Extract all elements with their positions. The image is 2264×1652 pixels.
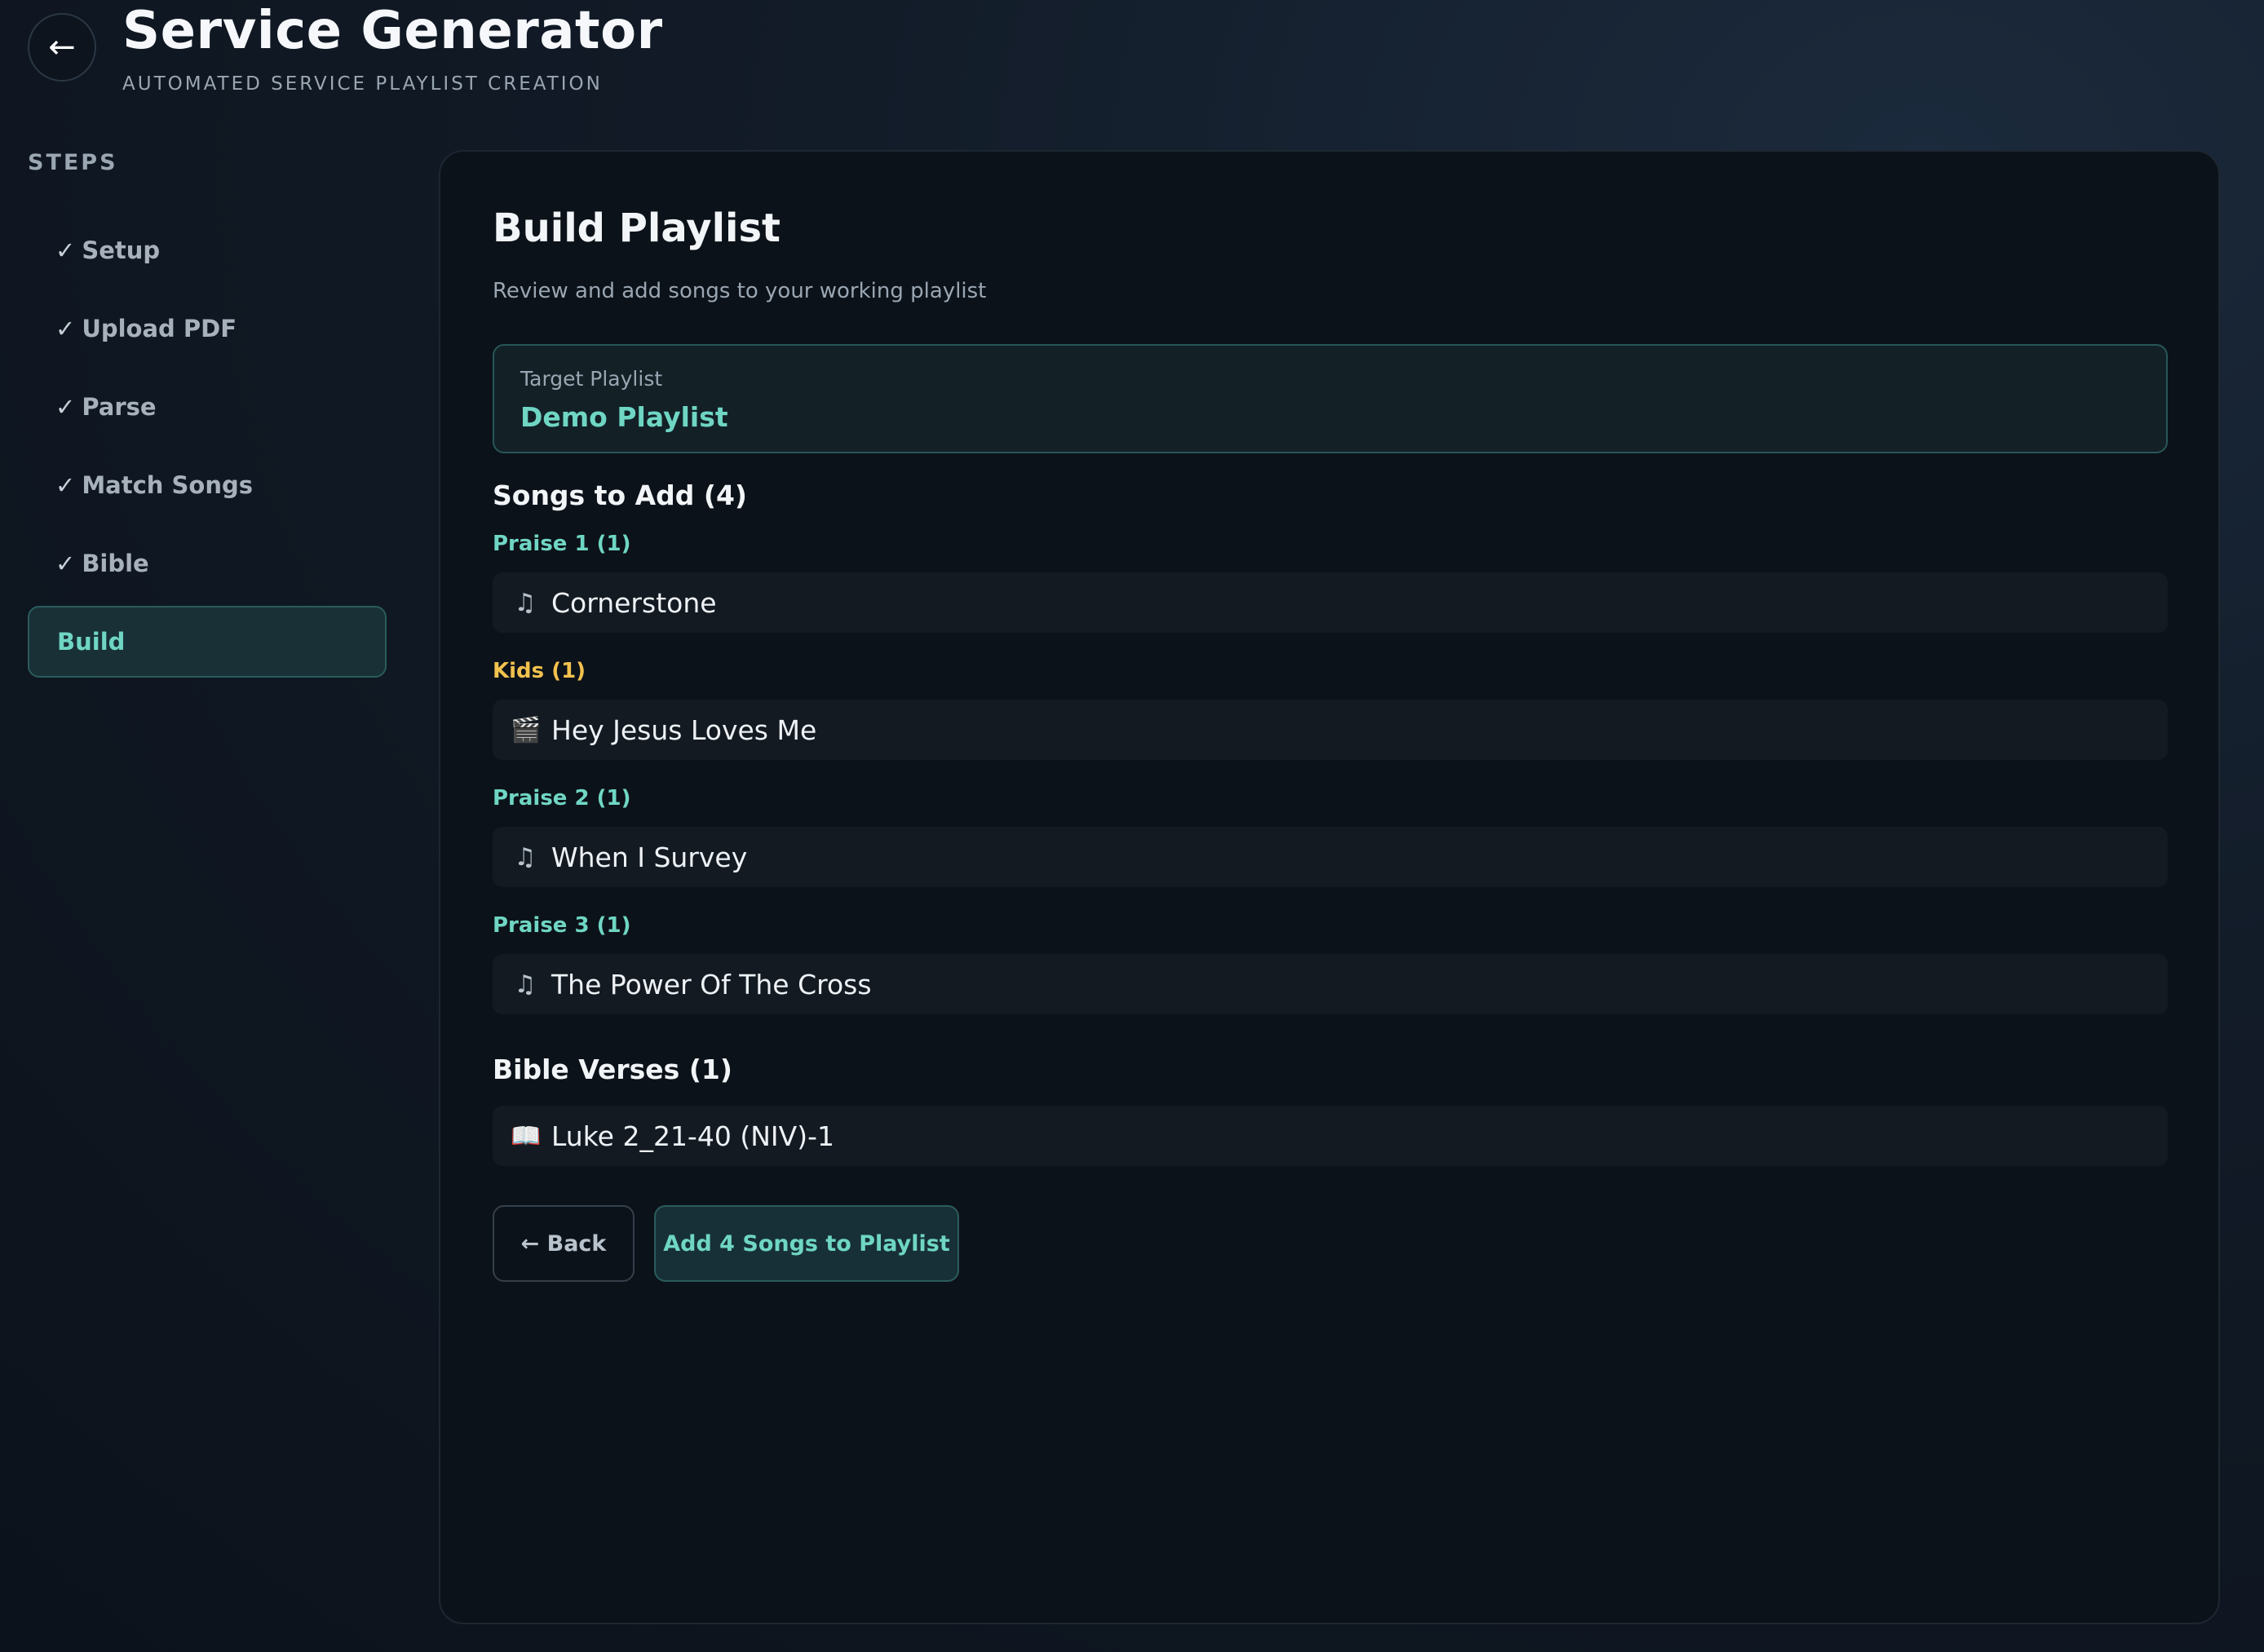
page-title: Build Playlist (493, 205, 780, 251)
back-arrow-button[interactable]: ← (28, 13, 96, 82)
song-row: ♫ When I Survey (493, 827, 2168, 887)
step-label: Upload PDF (82, 315, 237, 342)
checkmark-icon: ✓ (55, 550, 76, 577)
target-playlist-value: Demo Playlist (520, 401, 728, 433)
song-row: 🎬 Hey Jesus Loves Me (493, 700, 2168, 760)
app-subtitle: AUTOMATED SERVICE PLAYLIST CREATION (122, 73, 603, 95)
step-label: Match Songs (82, 471, 254, 499)
steps-label: STEPS (28, 150, 118, 175)
song-title: The Power Of The Cross (551, 968, 872, 1000)
step-bible[interactable]: ✓ Bible (28, 528, 387, 599)
song-row: ♫ The Power Of The Cross (493, 954, 2168, 1014)
step-build[interactable]: Build (28, 606, 387, 678)
step-label: Parse (82, 393, 157, 421)
group-label-praise-2: Praise 2 (1) (493, 786, 631, 811)
book-icon: 📖 (511, 1121, 542, 1151)
step-upload-pdf[interactable]: ✓ Upload PDF (28, 293, 387, 364)
music-note-icon: ♫ (514, 842, 537, 872)
music-note-icon: ♫ (514, 970, 537, 999)
steps-sidebar: STEPS ✓ Setup ✓ Upload PDF ✓ Parse ✓ Mat… (28, 150, 387, 684)
group-label-kids: Kids (1) (493, 659, 586, 683)
songs-heading: Songs to Add (4) (493, 479, 748, 511)
group-label-praise-1: Praise 1 (1) (493, 532, 631, 556)
song-title: Cornerstone (551, 586, 717, 619)
checkmark-icon: ✓ (55, 393, 76, 421)
arrow-left-icon: ← (48, 29, 76, 66)
step-parse[interactable]: ✓ Parse (28, 371, 387, 443)
bible-row: 📖 Luke 2_21-40 (NIV)-1 (493, 1106, 2168, 1166)
checkmark-icon: ✓ (55, 236, 76, 264)
build-playlist-card: Build Playlist Review and add songs to y… (439, 150, 2220, 1624)
bible-heading: Bible Verses (1) (493, 1053, 732, 1085)
step-setup[interactable]: ✓ Setup (28, 214, 387, 286)
song-row: ♫ Cornerstone (493, 572, 2168, 633)
app-title: Service Generator (122, 1, 663, 61)
checkmark-icon: ✓ (55, 315, 76, 342)
back-button[interactable]: ← Back (493, 1205, 635, 1282)
checkmark-icon: ✓ (55, 471, 76, 499)
bible-title: Luke 2_21-40 (NIV)-1 (551, 1120, 834, 1152)
music-note-icon: ♫ (514, 588, 537, 617)
add-songs-button[interactable]: Add 4 Songs to Playlist (654, 1205, 959, 1282)
song-title: When I Survey (551, 841, 748, 873)
group-label-praise-3: Praise 3 (1) (493, 913, 631, 938)
target-playlist-label: Target Playlist (520, 367, 663, 391)
step-label: Setup (82, 236, 161, 264)
step-label: Bible (82, 550, 149, 577)
step-match-songs[interactable]: ✓ Match Songs (28, 449, 387, 521)
song-title: Hey Jesus Loves Me (551, 713, 817, 746)
clapperboard-icon: 🎬 (511, 715, 542, 744)
target-playlist-box: Target Playlist Demo Playlist (493, 344, 2168, 453)
page-subtitle: Review and add songs to your working pla… (493, 279, 987, 303)
step-label: Build (57, 628, 126, 656)
